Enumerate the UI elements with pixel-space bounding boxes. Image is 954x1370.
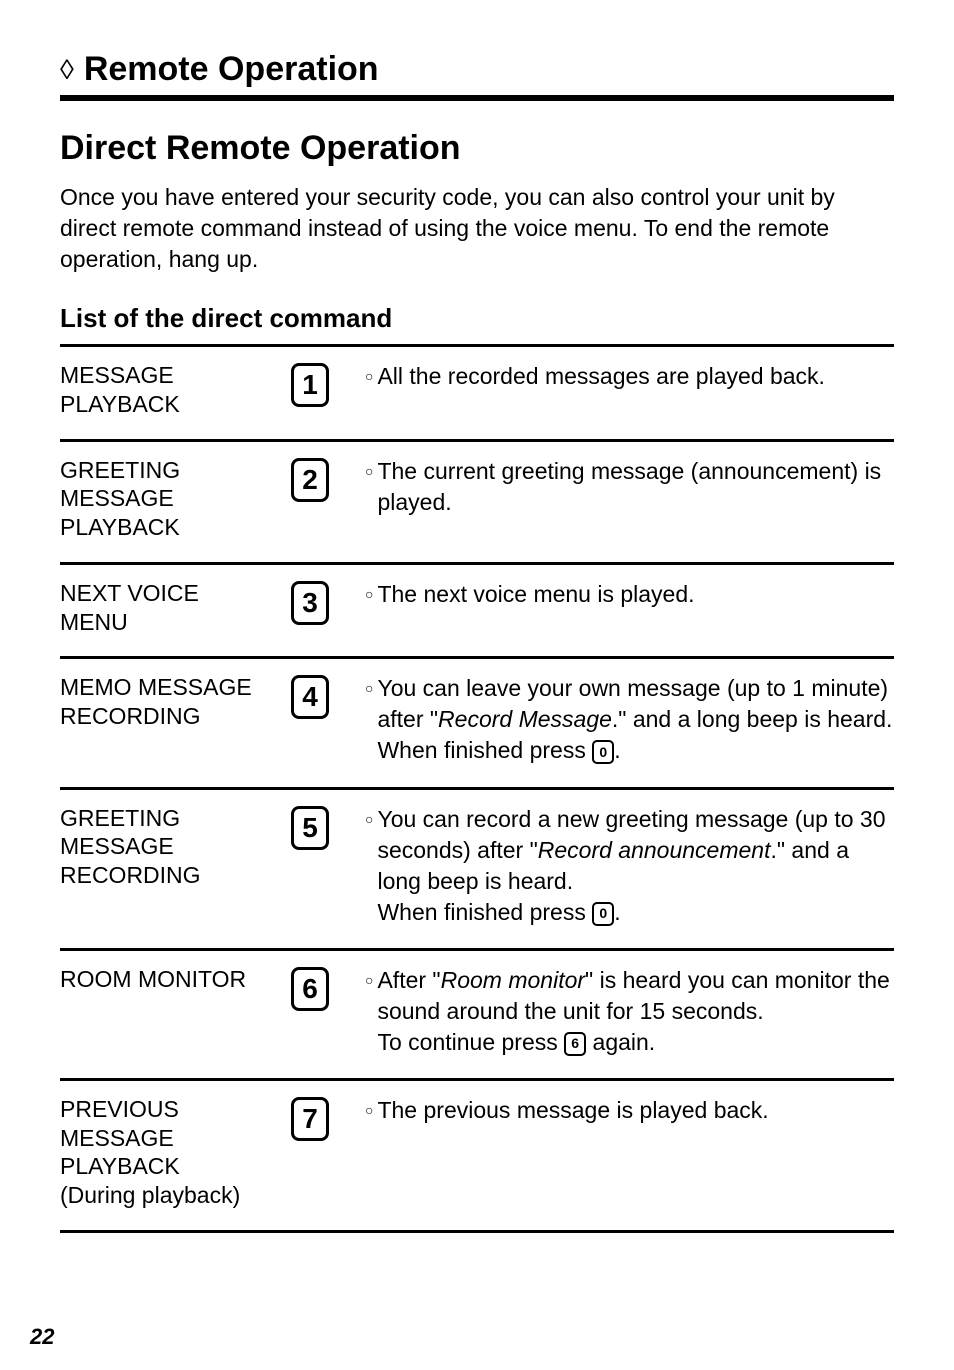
command-label: MEMO MESSAGE RECORDING (60, 673, 255, 731)
command-description: ○ The previous message is played back. (365, 1095, 894, 1126)
bullet-icon: ○ (365, 579, 373, 609)
bullet-row: ○ The previous message is played back. (365, 1095, 894, 1126)
command-description: ○ After "Room monitor" is heard you can … (365, 965, 894, 1058)
bullet-icon: ○ (365, 361, 373, 391)
bullet-row: ○ You can record a new greeting message … (365, 804, 894, 928)
command-label: NEXT VOICE MENU (60, 579, 255, 637)
command-label: GREETING MESSAGE RECORDING (60, 804, 255, 890)
desc-pre: All the recorded messages are played bac… (377, 363, 824, 389)
diamond-icon: ◊ (60, 56, 74, 84)
bullet-row: ○ The next voice menu is played. (365, 579, 894, 610)
intro-paragraph: Once you have entered your security code… (60, 182, 894, 275)
section-title: Remote Operation (84, 50, 379, 89)
command-key-col: 7 (275, 1095, 345, 1141)
bullet-row: ○ You can leave your own message (up to … (365, 673, 894, 766)
desc-post: To continue press (377, 1029, 564, 1055)
keycap-icon: 5 (291, 806, 329, 850)
keycap-inline-icon: 6 (564, 1032, 586, 1056)
keycap-icon: 1 (291, 363, 329, 407)
description-text: The current greeting message (announceme… (377, 456, 894, 518)
desc-italic: Record Message (438, 706, 612, 732)
keycap-icon: 4 (291, 675, 329, 719)
page-number: 22 (30, 1324, 54, 1350)
bullet-row: ○ All the recorded messages are played b… (365, 361, 894, 392)
bullet-icon: ○ (365, 456, 373, 486)
command-key-col: 5 (275, 804, 345, 850)
section-header: ◊ Remote Operation (60, 50, 894, 101)
command-description: ○ You can record a new greeting message … (365, 804, 894, 928)
command-row: PREVIOUS MESSAGE PLAYBACK (During playba… (60, 1078, 894, 1233)
command-table: MESSAGE PLAYBACK 1 ○ All the recorded me… (60, 344, 894, 1233)
desc-pre: The previous message is played back. (377, 1097, 768, 1123)
command-description: ○ The current greeting message (announce… (365, 456, 894, 518)
bullet-row: ○ After "Room monitor" is heard you can … (365, 965, 894, 1058)
keycap-icon: 7 (291, 1097, 329, 1141)
subsection-title: Direct Remote Operation (60, 129, 894, 168)
desc-pre: The current greeting message (announceme… (377, 458, 881, 515)
description-text: You can leave your own message (up to 1 … (377, 673, 894, 766)
command-description: ○ The next voice menu is played. (365, 579, 894, 610)
command-row: NEXT VOICE MENU 3 ○ The next voice menu … (60, 562, 894, 657)
desc-post: When finished press (377, 899, 592, 925)
desc-mid: ." and a long beep is heard. (612, 706, 893, 732)
command-description: ○ You can leave your own message (up to … (365, 673, 894, 766)
bullet-icon: ○ (365, 673, 373, 703)
command-key-col: 3 (275, 579, 345, 625)
desc-tail: . (614, 737, 620, 763)
command-key-col: 4 (275, 673, 345, 719)
command-label: MESSAGE PLAYBACK (60, 361, 255, 419)
list-title: List of the direct command (60, 303, 894, 334)
desc-tail: . (614, 899, 620, 925)
keycap-icon: 2 (291, 458, 329, 502)
command-row: MESSAGE PLAYBACK 1 ○ All the recorded me… (60, 344, 894, 439)
command-label: PREVIOUS MESSAGE PLAYBACK (During playba… (60, 1095, 255, 1210)
desc-post: When finished press (377, 737, 592, 763)
command-key-col: 6 (275, 965, 345, 1011)
command-label: GREETING MESSAGE PLAYBACK (60, 456, 255, 542)
keycap-inline-icon: 0 (592, 902, 614, 926)
description-text: The previous message is played back. (377, 1095, 894, 1126)
bullet-icon: ○ (365, 965, 373, 995)
command-description: ○ All the recorded messages are played b… (365, 361, 894, 392)
description-text: You can record a new greeting message (u… (377, 804, 894, 928)
bullet-icon: ○ (365, 804, 373, 834)
keycap-inline-icon: 0 (592, 740, 614, 764)
keycap-icon: 6 (291, 967, 329, 1011)
desc-italic: Record announcement (538, 837, 771, 863)
description-text: After "Room monitor" is heard you can mo… (377, 965, 894, 1058)
keycap-icon: 3 (291, 581, 329, 625)
description-text: The next voice menu is played. (377, 579, 894, 610)
bullet-row: ○ The current greeting message (announce… (365, 456, 894, 518)
command-row: GREETING MESSAGE PLAYBACK 2 ○ The curren… (60, 439, 894, 562)
command-label: ROOM MONITOR (60, 965, 255, 994)
desc-pre: After " (377, 967, 440, 993)
bullet-icon: ○ (365, 1095, 373, 1125)
desc-pre: The next voice menu is played. (377, 581, 694, 607)
command-row: ROOM MONITOR 6 ○ After "Room monitor" is… (60, 948, 894, 1078)
desc-tail: again. (586, 1029, 655, 1055)
description-text: All the recorded messages are played bac… (377, 361, 894, 392)
command-row: GREETING MESSAGE RECORDING 5 ○ You can r… (60, 787, 894, 948)
manual-page: ◊ Remote Operation Direct Remote Operati… (0, 0, 954, 1370)
command-key-col: 2 (275, 456, 345, 502)
command-row: MEMO MESSAGE RECORDING 4 ○ You can leave… (60, 656, 894, 786)
desc-italic: Room monitor (441, 967, 585, 993)
command-key-col: 1 (275, 361, 345, 407)
